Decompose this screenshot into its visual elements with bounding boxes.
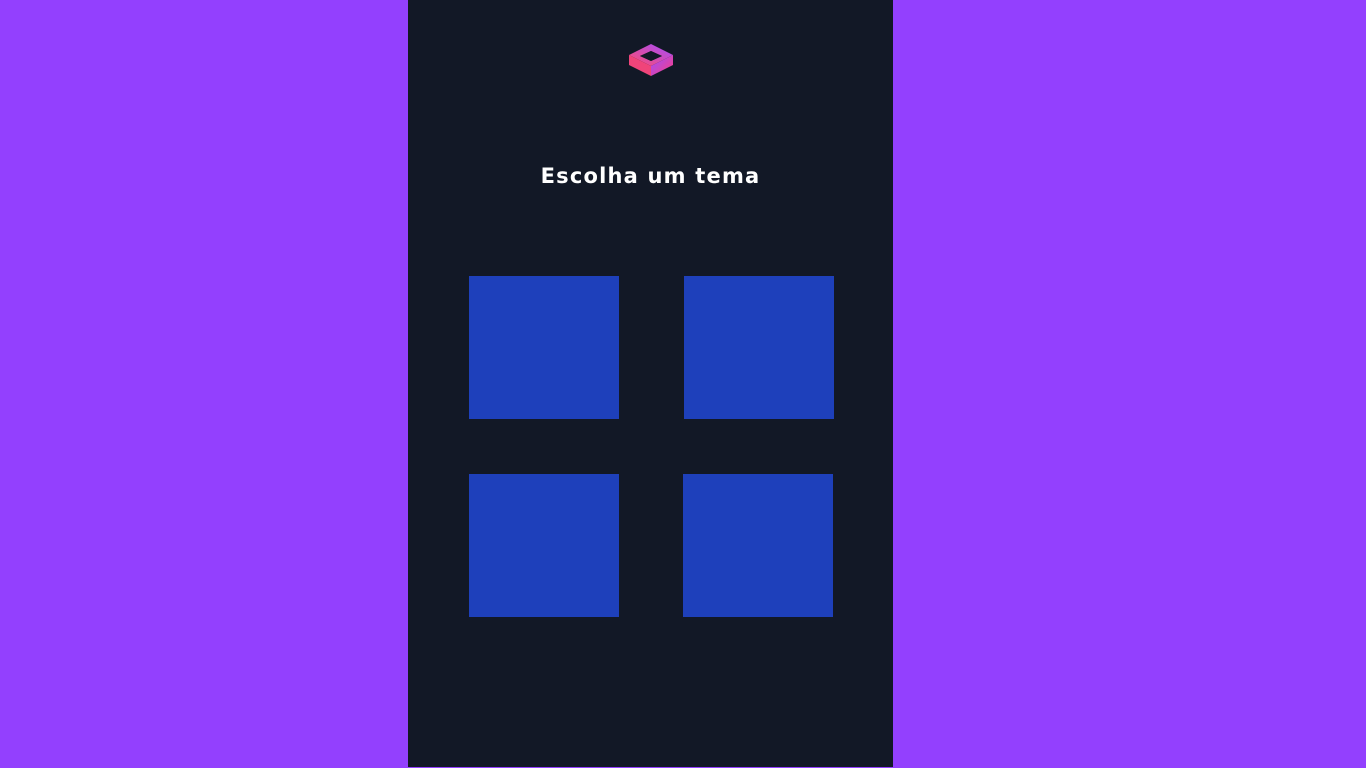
theme-option-2[interactable] (684, 276, 834, 419)
theme-option-1[interactable] (469, 276, 619, 419)
theme-option-4[interactable] (683, 474, 833, 617)
theme-option-3[interactable] (469, 474, 619, 617)
page-title: Escolha um tema (540, 164, 761, 188)
cube-logo-icon (628, 43, 674, 77)
theme-selection-panel: Escolha um tema (408, 0, 893, 767)
